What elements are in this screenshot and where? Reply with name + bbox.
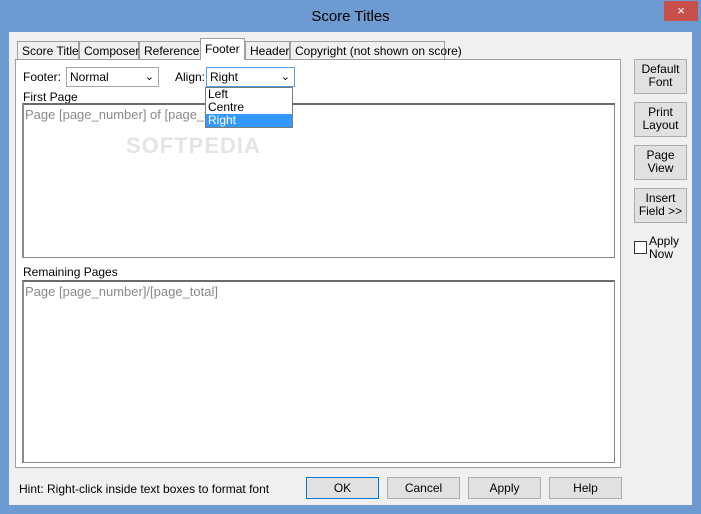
tab-label: Footer	[205, 42, 240, 56]
close-icon: ×	[677, 3, 685, 18]
footer-label: Footer:	[23, 70, 62, 84]
watermark: SOFTPEDIA	[126, 133, 261, 158]
default-font-button[interactable]: Default Font	[634, 59, 687, 94]
tab-composer[interactable]: Composer	[79, 41, 139, 59]
tab-label: Copyright (not shown on score)	[295, 44, 462, 58]
cancel-button[interactable]: Cancel	[387, 477, 460, 499]
align-select[interactable]: Right ⌄	[206, 67, 295, 87]
tab-header[interactable]: Header	[245, 41, 290, 59]
page-view-button[interactable]: Page View	[634, 145, 687, 180]
hint-text: Hint: Right-click inside text boxes to f…	[19, 482, 270, 496]
tab-label: Reference	[144, 44, 200, 58]
apply-now-checkbox[interactable]	[634, 241, 647, 254]
first-page-label: First Page	[23, 90, 78, 104]
button-label-line: View	[647, 161, 674, 175]
tab-label: Header	[250, 44, 290, 58]
apply-button[interactable]: Apply	[468, 477, 541, 499]
ok-button[interactable]: OK	[306, 477, 379, 499]
align-dropdown-list: Left Centre Right	[205, 87, 293, 128]
footer-tab-panel: Footer: Normal ⌄ Align: Right ⌄ First Pa…	[15, 59, 621, 468]
chevron-down-icon: ⌄	[144, 71, 154, 83]
tab-label: Composer	[84, 44, 140, 58]
apply-now-label-line: Now	[649, 247, 674, 261]
help-button[interactable]: Help	[549, 477, 622, 499]
button-label-line: Font	[648, 75, 673, 89]
first-page-text: Page [page_number] of [page_t	[25, 107, 208, 122]
tab-reference[interactable]: Reference	[139, 41, 201, 59]
button-label-line: Layout	[642, 118, 679, 132]
tab-score-title[interactable]: Score Title	[17, 41, 79, 59]
remaining-pages-label: Remaining Pages	[23, 265, 118, 279]
tab-label: Score Title	[22, 44, 79, 58]
footer-style-value: Normal	[70, 70, 109, 84]
align-label: Align:	[175, 70, 206, 84]
close-button[interactable]: ×	[664, 1, 698, 21]
align-value: Right	[210, 70, 239, 84]
chevron-down-icon: ⌄	[280, 71, 290, 83]
tab-footer[interactable]: Footer	[200, 38, 245, 60]
remaining-pages-text: Page [page_number]/[page_total]	[25, 284, 218, 299]
apply-now-label[interactable]: Apply Now	[649, 235, 679, 261]
title-bar[interactable]: Score Titles ×	[1, 1, 700, 32]
print-layout-button[interactable]: Print Layout	[634, 102, 687, 137]
first-page-textbox[interactable]: Page [page_number] of [page_t	[22, 103, 615, 258]
footer-style-select[interactable]: Normal ⌄	[66, 67, 159, 87]
remaining-pages-textbox[interactable]: Page [page_number]/[page_total]	[22, 280, 615, 463]
tab-copyright[interactable]: Copyright (not shown on score)	[290, 41, 462, 59]
dialog-window: Score Titles × Score Title Composer Refe…	[0, 0, 701, 514]
dialog-client-area: Score Title Composer Reference Footer He…	[9, 32, 692, 505]
insert-field-button[interactable]: Insert Field >>	[634, 188, 687, 223]
window-title: Score Titles	[311, 8, 390, 25]
align-option-right[interactable]: Right	[206, 114, 292, 127]
button-label-line: Field >>	[638, 204, 683, 218]
